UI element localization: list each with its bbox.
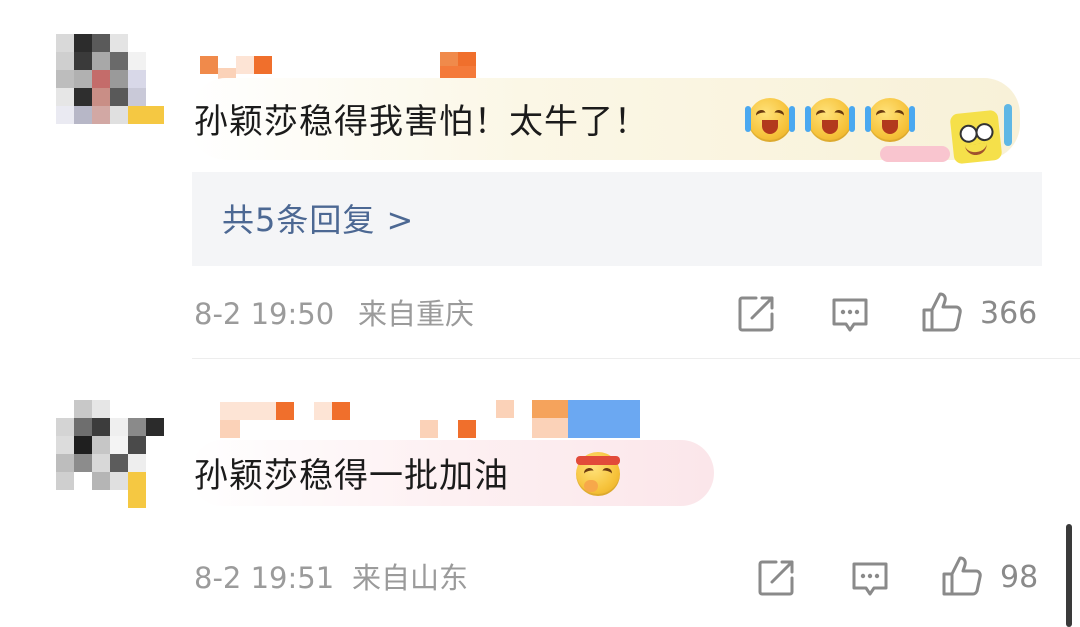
comment-location: 来自重庆 [358,297,475,331]
avatar[interactable] [56,34,164,142]
like-icon[interactable] [920,290,964,334]
spongebob-decoration [949,109,1003,165]
cheer-icon [576,452,620,496]
like-icon[interactable] [940,554,984,598]
comment-timestamp: 8-2 19:50 [194,297,335,331]
avatar[interactable] [56,400,164,508]
like-count: 366 [980,296,1038,331]
divider [192,358,1080,359]
comment-timestamp: 8-2 19:51 [194,561,335,595]
coral-decoration [1004,104,1012,146]
laugh-cry-icon [805,98,855,142]
laugh-cry-icon [745,98,795,142]
comment-icon[interactable] [850,560,890,598]
fish-decoration [880,146,950,162]
username-blurred[interactable] [220,400,640,438]
comment-icon[interactable] [830,296,870,334]
comment-text: 孙颖莎稳得我害怕！太牛了！ [194,102,649,142]
comment-location: 来自山东 [352,561,469,595]
laugh-cry-icon [865,98,915,142]
view-replies-link[interactable]: 共5条回复 > [222,200,414,240]
share-icon[interactable] [756,558,796,598]
like-count: 98 [1000,560,1039,595]
share-icon[interactable] [736,294,776,334]
scrollbar[interactable] [1066,524,1072,627]
comment-text: 孙颖莎稳得一批加油 [194,456,509,496]
comment-feed: 孙颖莎稳得我害怕！太牛了！ 共5条回复 > 8-2 19:50 来自重庆 366… [0,0,1080,627]
